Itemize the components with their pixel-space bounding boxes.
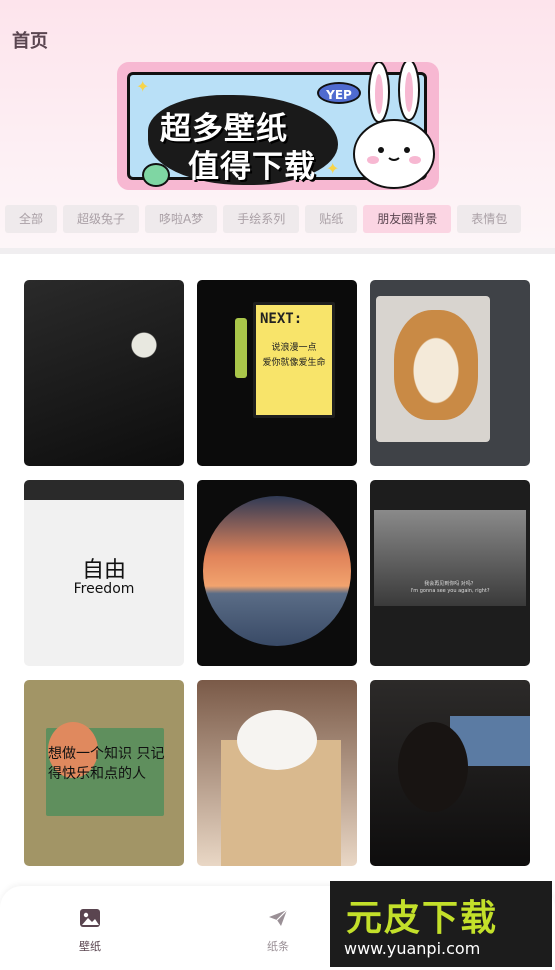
movie-subtitle-cn: 我会再见到你吗 对吗？ (424, 581, 476, 587)
tab-super-rabbit[interactable]: 超级兔子 (63, 205, 140, 233)
card-title: 自由 (81, 558, 126, 583)
wallpaper-card[interactable] (197, 480, 357, 666)
sign-line: 爱你就像爱生命 (262, 358, 326, 368)
wallpaper-grid: NEXT: 说浪漫一点 爱你就像爱生命 自由 Freedom 我会再见到你吗 对… (24, 280, 532, 866)
watermark-url: www.yuanpi.com (344, 939, 481, 958)
sparkle-icon: ✦ (136, 77, 150, 96)
sparkle-icon: ✦ (326, 159, 340, 178)
neon-sign: NEXT: 说浪漫一点 爱你就像爱生命 (253, 302, 335, 418)
white-cat (237, 710, 317, 770)
chat-face-icon (142, 163, 170, 187)
tab-doraemon[interactable]: 哆啦A梦 (145, 205, 218, 233)
bunny-icon (353, 62, 435, 189)
tab-hand-drawn[interactable]: 手绘系列 (223, 205, 300, 233)
sunset-circle (203, 496, 351, 646)
wallpaper-card[interactable] (370, 680, 530, 866)
tab-stickers[interactable]: 贴纸 (305, 205, 358, 233)
movie-subtitle-en: I'm gonna see you again, right? (410, 588, 490, 594)
page-title: 首页 (12, 31, 48, 52)
handwriting-text: 想做一个知识 只记得快乐和点的人 (48, 746, 165, 782)
silhouette (398, 722, 468, 812)
banner-line2: 值得下载 (188, 149, 316, 185)
paper-plane-icon (269, 909, 288, 926)
tab-emoji[interactable]: 表情包 (457, 205, 522, 233)
wallpaper-card[interactable]: 想做一个知识 只记得快乐和点的人 (24, 680, 184, 866)
image-icon (80, 909, 100, 927)
shiba-dog (394, 310, 478, 420)
watermark-logo: 元皮下载 www.yuanpi.com (330, 881, 552, 967)
promo-banner[interactable]: 超多壁纸 值得下载 ✦ ✦ YEP (117, 62, 439, 190)
section-divider (0, 248, 555, 254)
bottle-graphic (235, 318, 247, 378)
tab-moments-background[interactable]: 朋友圈背景 (363, 205, 452, 233)
wallpaper-card[interactable] (197, 680, 357, 866)
category-tabs: 全部 超级兔子 哆啦A梦 手绘系列 贴纸 朋友圈背景 表情包 (0, 205, 555, 235)
nav-note[interactable]: 纸条 (248, 908, 308, 954)
card-subtitle: Freedom (73, 581, 135, 597)
nav-wallpaper[interactable]: 壁纸 (60, 908, 120, 954)
sign-title: NEXT: (260, 311, 303, 327)
wallpaper-card[interactable]: 自由 Freedom (24, 480, 184, 666)
wallpaper-card[interactable] (24, 280, 184, 466)
nav-note-label: 纸条 (267, 940, 289, 953)
nav-wallpaper-label: 壁纸 (79, 940, 101, 953)
watermark-title: 元皮下载 (346, 898, 499, 939)
wallpaper-card[interactable] (370, 280, 530, 466)
dark-strip (24, 480, 184, 500)
wallpaper-card[interactable]: 我会再见到你吗 对吗？ I'm gonna see you again, rig… (370, 480, 530, 666)
wallpaper-card[interactable]: NEXT: 说浪漫一点 爱你就像爱生命 (197, 280, 357, 466)
sign-line: 说浪漫一点 (271, 343, 317, 353)
tab-all[interactable]: 全部 (5, 205, 58, 233)
